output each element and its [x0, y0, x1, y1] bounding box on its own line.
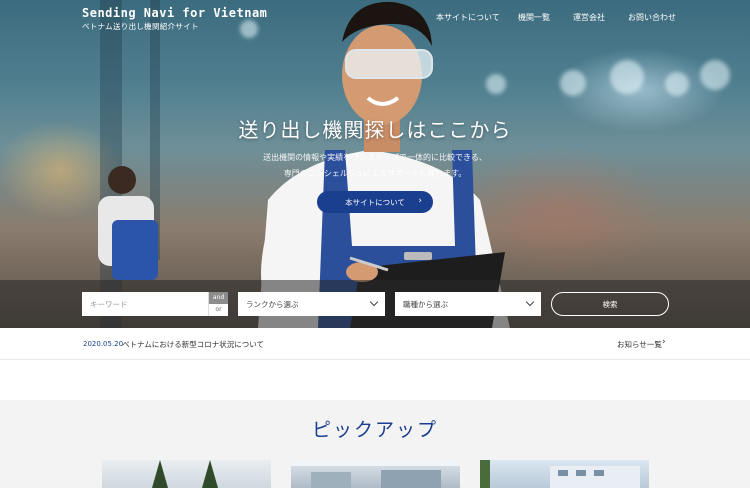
pickup-card[interactable]: [480, 460, 649, 488]
news-title-link[interactable]: ベトナムにおける新型コロナ状況について: [122, 339, 264, 350]
logo-subtitle: ベトナム送り出し機関紹介サイト: [82, 22, 199, 31]
nav-agency-list[interactable]: 機関一覧: [518, 12, 550, 23]
or-option[interactable]: or: [209, 304, 228, 316]
nav-contact[interactable]: お問い合わせ: [628, 12, 676, 23]
hero-lead-line-2: 専門のコンシェルジュによるサポートも致します。: [283, 169, 467, 178]
and-option[interactable]: and: [209, 292, 228, 304]
nav-company[interactable]: 運営会社: [573, 12, 605, 23]
job-select-value: 職種から選ぶ: [403, 299, 448, 309]
about-button[interactable]: 本サイトについて ›: [317, 191, 433, 213]
news-more-link[interactable]: お知らせ一覧: [617, 339, 662, 350]
chevron-right-icon: ›: [418, 196, 422, 206]
pickup-card[interactable]: [102, 460, 271, 488]
chevron-down-icon: [525, 297, 535, 307]
rank-select-value: ランクから選ぶ: [246, 299, 299, 309]
rank-select[interactable]: ランクから選ぶ: [238, 292, 385, 316]
job-select[interactable]: 職種から選ぶ: [395, 292, 541, 316]
search-button[interactable]: 検索: [551, 292, 669, 316]
pickup-card[interactable]: [291, 460, 460, 488]
nav-about[interactable]: 本サイトについて: [436, 12, 500, 23]
hero-section: Sending Navi for Vietnam ベトナム送り出し機関紹介サイト…: [0, 0, 750, 328]
news-bar: 2020.05.20 ベトナムにおける新型コロナ状況について お知らせ一覧 ›: [0, 328, 750, 360]
chevron-down-icon: [369, 297, 379, 307]
hero-headline: 送り出し機関探しはここから: [238, 118, 512, 142]
about-button-label: 本サイトについて: [345, 197, 405, 207]
pickup-card-image: [480, 460, 640, 488]
and-or-toggle[interactable]: and or: [208, 292, 228, 316]
pickup-section: ピックアップ: [0, 400, 750, 488]
keyword-input[interactable]: [82, 292, 208, 316]
pickup-card-image: [291, 460, 460, 488]
pickup-card-image: [152, 460, 218, 488]
hero-lead-line-1: 送出機関の情報や実績をワンストップで一体的に比較できる、: [263, 153, 487, 162]
chevron-right-icon: ›: [662, 337, 666, 347]
site-logo[interactable]: Sending Navi for Vietnam ベトナム送り出し機関紹介サイト: [82, 6, 267, 32]
pickup-heading: ピックアップ: [311, 419, 438, 441]
worker-photo: [98, 1, 510, 328]
news-date: 2020.05.20: [83, 340, 124, 348]
logo-name: Sending Navi for Vietnam: [82, 6, 268, 20]
